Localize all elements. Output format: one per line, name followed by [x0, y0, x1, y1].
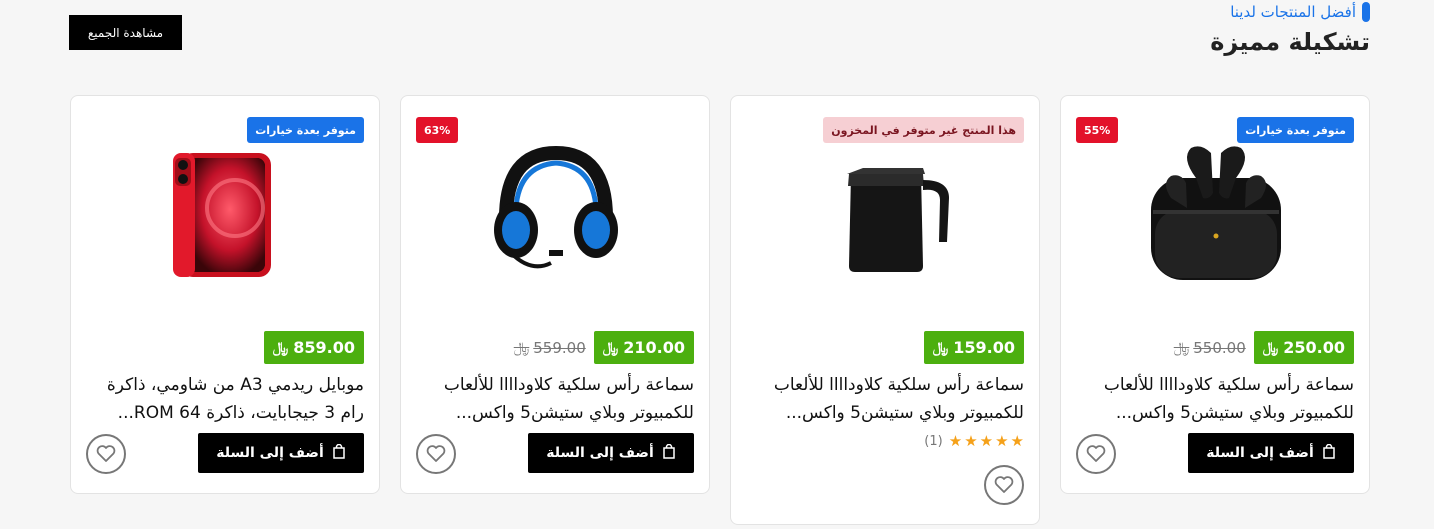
product-card[interactable]: هذا المنتج غير متوفر في المخزون ﷼ 159.00…: [730, 95, 1040, 525]
old-price-value: 559.00: [533, 338, 586, 357]
add-to-cart-button[interactable]: أضف إلى السلة: [1188, 433, 1354, 473]
star-icon: ★: [948, 432, 963, 450]
current-price: 159.00: [953, 338, 1015, 357]
wishlist-button[interactable]: [1076, 434, 1116, 474]
section-header: أفضل المنتجات لدينا تشكيلة مميزة مشاهدة …: [0, 0, 1434, 80]
currency-symbol: ﷼: [932, 339, 949, 356]
kettle-image[interactable]: [811, 138, 961, 288]
currency-symbol: ﷼: [513, 339, 530, 356]
current-price: 210.00: [623, 338, 685, 357]
currency-symbol: ﷼: [1173, 339, 1190, 356]
rating-count: (1): [924, 433, 943, 449]
star-icon: ★: [995, 432, 1009, 450]
price-tag: ﷼ 159.00: [923, 331, 1024, 364]
star-icon: ★: [964, 432, 978, 450]
heart-icon: [994, 476, 1014, 493]
add-to-cart-label: أضف إلى السلة: [216, 445, 324, 461]
add-to-cart-button[interactable]: أضف إلى السلة: [528, 433, 694, 473]
shopping-bag-icon: [332, 443, 346, 463]
star-icon: ★: [979, 432, 994, 450]
wishlist-button[interactable]: [416, 434, 456, 474]
current-price: 859.00: [293, 338, 355, 357]
price-tag: ﷼ 250.00: [1253, 331, 1354, 364]
heart-icon: [96, 445, 116, 462]
discount-badge: 63%: [416, 117, 459, 143]
price-tag: ﷼ 210.00: [593, 331, 694, 364]
headset-image[interactable]: [481, 138, 631, 288]
product-card[interactable]: متوفر بعدة خيارات 55% ﷼ 250.00 ﷼ 550.00 …: [1060, 95, 1370, 494]
earbuds-image[interactable]: [1141, 138, 1291, 288]
wishlist-button[interactable]: [86, 434, 126, 474]
star-icon: ★: [1010, 432, 1024, 450]
old-price-value: 550.00: [1193, 338, 1246, 357]
wishlist-button[interactable]: [984, 465, 1024, 505]
old-price: ﷼ 550.00: [1174, 339, 1246, 357]
price-row: ﷼ 859.00: [263, 331, 364, 364]
shopping-bag-icon: [662, 443, 676, 463]
discount-badge: 55%: [1076, 117, 1119, 143]
phone-image[interactable]: [151, 138, 301, 288]
price-row: ﷼ 250.00 ﷼ 550.00: [1174, 331, 1354, 364]
price-tag: ﷼ 859.00: [263, 331, 364, 364]
add-to-cart-label: أضف إلى السلة: [546, 445, 654, 461]
product-name[interactable]: سماعة رأس سلكية كلاوداااا للألعاب للكمبي…: [416, 371, 694, 427]
price-row: ﷼ 159.00: [923, 331, 1024, 364]
currency-symbol: ﷼: [272, 339, 289, 356]
currency-symbol: ﷼: [1262, 339, 1279, 356]
product-card[interactable]: متوفر بعدة خيارات ﷼ 859.00 موبايل ريدمي …: [70, 95, 380, 494]
product-name[interactable]: سماعة رأس سلكية كلاوداااا للألعاب للكمبي…: [746, 371, 1024, 427]
price-row: ﷼ 210.00 ﷼ 559.00: [514, 331, 694, 364]
heart-icon: [1086, 445, 1106, 462]
shopping-bag-icon: [1322, 443, 1336, 463]
add-to-cart-button[interactable]: أضف إلى السلة: [198, 433, 364, 473]
section-subtitle: أفضل المنتجات لدينا: [1230, 2, 1370, 22]
currency-symbol: ﷼: [602, 339, 619, 356]
product-name[interactable]: موبايل ريدمي A3 من شاومي، ذاكرة رام 3 جي…: [86, 371, 364, 427]
product-card[interactable]: 63% ﷼ 210.00 ﷼ 559.00 سماعة رأس سلكية كل…: [400, 95, 710, 494]
old-price: ﷼ 559.00: [514, 339, 586, 357]
view-all-button[interactable]: مشاهدة الجميع: [69, 15, 182, 50]
current-price: 250.00: [1283, 338, 1345, 357]
accent-bar: [1362, 2, 1370, 22]
product-name[interactable]: سماعة رأس سلكية كلاوداااا للألعاب للكمبي…: [1076, 371, 1354, 427]
section-title: تشكيلة مميزة: [1210, 28, 1370, 56]
heart-icon: [426, 445, 446, 462]
rating: ★ ★ ★ ★ ★ (1): [924, 432, 1024, 450]
add-to-cart-label: أضف إلى السلة: [1206, 445, 1314, 461]
subtitle-text: أفضل المنتجات لدينا: [1230, 3, 1356, 21]
